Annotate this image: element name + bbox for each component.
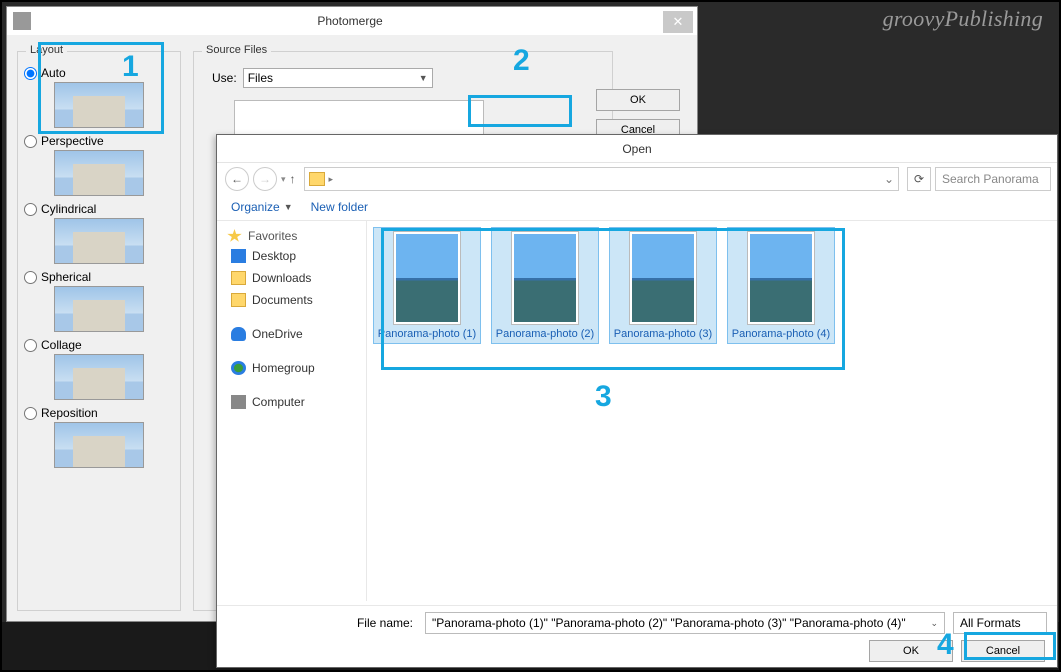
open-titlebar: Open — [217, 135, 1057, 163]
layout-cylindrical[interactable]: Cylindrical — [24, 202, 174, 216]
new-folder-button[interactable]: New folder — [311, 200, 368, 214]
sidebar-documents[interactable]: Documents — [217, 289, 366, 311]
filename-input[interactable]: "Panorama-photo (1)" "Panorama-photo (2)… — [425, 612, 945, 634]
sidebar-downloads[interactable]: Downloads — [217, 267, 366, 289]
chevron-right-icon: ▸ — [329, 174, 334, 185]
filename-label: File name: — [227, 616, 417, 630]
file-label: Panorama-photo (4) — [730, 328, 832, 341]
radio-spherical[interactable] — [24, 271, 37, 284]
downloads-icon — [231, 271, 246, 285]
sidebar-desktop[interactable]: Desktop — [217, 245, 366, 267]
layout-groupbox: Layout Auto Perspective Cylindrical Sphe… — [17, 51, 181, 611]
search-input[interactable]: Search Panorama — [935, 167, 1051, 191]
layout-reposition-label: Reposition — [41, 406, 98, 420]
organize-button[interactable]: Organize ▼ — [231, 200, 293, 214]
radio-perspective[interactable] — [24, 135, 37, 148]
image-thumbnail — [512, 232, 578, 324]
ok-button[interactable]: OK — [596, 89, 680, 111]
chevron-down-icon[interactable]: ⌄ — [930, 618, 938, 629]
thumb-perspective — [54, 150, 144, 196]
layout-collage[interactable]: Collage — [24, 338, 174, 352]
use-label: Use: — [212, 71, 237, 85]
use-dropdown[interactable]: Files ▼ — [243, 68, 433, 88]
dialog-title: Photomerge — [37, 14, 663, 28]
open-cancel-button[interactable]: Cancel — [961, 640, 1045, 662]
file-item[interactable]: Panorama-photo (2) — [491, 227, 599, 344]
thumb-cylindrical — [54, 218, 144, 264]
thumb-spherical — [54, 286, 144, 332]
radio-collage[interactable] — [24, 339, 37, 352]
chevron-down-icon[interactable]: ▾ — [281, 174, 286, 185]
nav-row: ← → ▾ ↑ ▸ ⌄ ⟳ Search Panorama — [217, 163, 1057, 193]
app-icon — [13, 12, 31, 30]
annotation-number-3: 3 — [595, 380, 612, 414]
file-item[interactable]: Panorama-photo (4) — [727, 227, 835, 344]
onedrive-icon — [231, 327, 246, 341]
sidebar-homegroup[interactable]: Homegroup — [217, 357, 366, 379]
file-item[interactable]: Panorama-photo (3) — [609, 227, 717, 344]
nav-forward-button[interactable]: → — [253, 167, 277, 191]
open-dialog: Open ← → ▾ ↑ ▸ ⌄ ⟳ Search Panorama Organ… — [216, 134, 1058, 668]
refresh-button[interactable]: ⟳ — [907, 167, 931, 191]
layout-collage-label: Collage — [41, 338, 82, 352]
image-thumbnail — [748, 232, 814, 324]
layout-auto-label: Auto — [41, 66, 66, 80]
layout-spherical[interactable]: Spherical — [24, 270, 174, 284]
image-thumbnail — [394, 232, 460, 324]
radio-reposition[interactable] — [24, 407, 37, 420]
annotation-number-4: 4 — [937, 628, 954, 662]
layout-legend: Layout — [26, 44, 67, 56]
open-footer: File name: "Panorama-photo (1)" "Panoram… — [217, 605, 1057, 667]
file-label: Panorama-photo (2) — [494, 328, 596, 341]
layout-auto[interactable]: Auto — [24, 66, 174, 80]
file-label: Panorama-photo (3) — [612, 328, 714, 341]
photomerge-titlebar: Photomerge ✕ — [7, 7, 697, 35]
breadcrumb-path[interactable]: ▸ ⌄ — [304, 167, 899, 191]
layout-reposition[interactable]: Reposition — [24, 406, 174, 420]
annotation-number-2: 2 — [513, 44, 530, 78]
file-label: Panorama-photo (1) — [376, 328, 478, 341]
sidebar: Favorites Desktop Downloads Documents On… — [217, 221, 367, 601]
desktop-icon — [231, 249, 246, 263]
homegroup-icon — [231, 361, 246, 375]
folder-icon — [309, 172, 325, 186]
sidebar-favorites-header[interactable]: Favorites — [217, 227, 366, 245]
thumb-reposition — [54, 422, 144, 468]
layout-perspective[interactable]: Perspective — [24, 134, 174, 148]
use-value: Files — [248, 71, 273, 85]
filetype-dropdown[interactable]: All Formats — [953, 612, 1047, 634]
radio-auto[interactable] — [24, 67, 37, 80]
chevron-down-icon: ▼ — [284, 202, 293, 212]
star-icon — [227, 229, 242, 243]
image-thumbnail — [630, 232, 696, 324]
annotation-number-1: 1 — [122, 50, 139, 84]
nav-up-button[interactable]: ↑ — [290, 172, 296, 186]
close-button[interactable]: ✕ — [663, 11, 693, 33]
sidebar-onedrive[interactable]: OneDrive — [217, 323, 366, 345]
layout-perspective-label: Perspective — [41, 134, 104, 148]
thumb-auto — [54, 82, 144, 128]
radio-cylindrical[interactable] — [24, 203, 37, 216]
computer-icon — [231, 395, 246, 409]
toolbar: Organize ▼ New folder — [217, 193, 1057, 221]
watermark: groovyPublishing — [883, 6, 1043, 32]
chevron-down-icon: ▼ — [419, 73, 428, 83]
nav-back-button[interactable]: ← — [225, 167, 249, 191]
layout-spherical-label: Spherical — [41, 270, 91, 284]
file-item[interactable]: Panorama-photo (1) — [373, 227, 481, 344]
layout-cylindrical-label: Cylindrical — [41, 202, 96, 216]
file-area[interactable]: Panorama-photo (1) Panorama-photo (2) Pa… — [367, 221, 1057, 601]
chevron-down-icon[interactable]: ⌄ — [876, 168, 894, 190]
sidebar-computer[interactable]: Computer — [217, 391, 366, 413]
source-legend: Source Files — [202, 44, 271, 56]
thumb-collage — [54, 354, 144, 400]
documents-icon — [231, 293, 246, 307]
